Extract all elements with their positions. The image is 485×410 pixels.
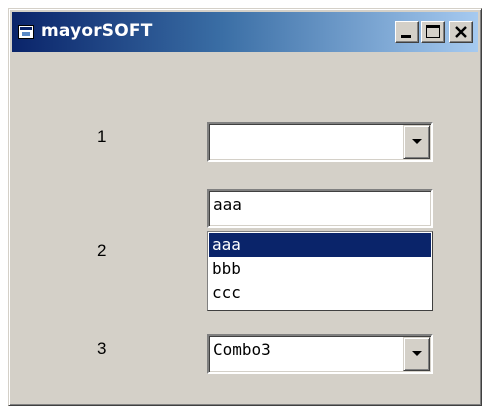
row-label-3: 3 xyxy=(97,339,107,358)
list-item[interactable]: bbb xyxy=(209,257,431,281)
close-button[interactable] xyxy=(449,21,473,43)
app-window: mayorSOFT 1 2 aaa aaa bbb ccc 3 Combo3 xyxy=(8,8,482,406)
title-bar[interactable]: mayorSOFT xyxy=(12,12,478,52)
minimize-icon xyxy=(401,35,411,38)
maximize-icon xyxy=(426,25,440,38)
combo-box-1[interactable] xyxy=(207,122,433,162)
combo-box-3-value: Combo3 xyxy=(213,340,271,359)
row-label-1: 1 xyxy=(97,127,107,146)
minimize-button[interactable] xyxy=(395,21,419,43)
row-label-2: 2 xyxy=(97,241,107,260)
maximize-button[interactable] xyxy=(421,21,445,43)
window-title: mayorSOFT xyxy=(41,21,153,41)
combo-box-3-dropdown-button[interactable] xyxy=(403,337,430,371)
app-window-icon[interactable] xyxy=(18,25,34,39)
list-item[interactable]: ccc xyxy=(209,281,431,305)
combo-box-2-edit[interactable]: aaa xyxy=(207,189,433,228)
combo-box-2-value: aaa xyxy=(213,195,242,214)
chevron-down-icon xyxy=(412,139,422,144)
combo-box-3[interactable]: Combo3 xyxy=(207,334,433,374)
list-item[interactable]: aaa xyxy=(209,233,431,257)
combo-box-2-list[interactable]: aaa bbb ccc xyxy=(207,231,433,311)
chevron-down-icon xyxy=(412,351,422,356)
combo-box-1-dropdown-button[interactable] xyxy=(403,125,430,159)
close-icon xyxy=(455,26,467,38)
